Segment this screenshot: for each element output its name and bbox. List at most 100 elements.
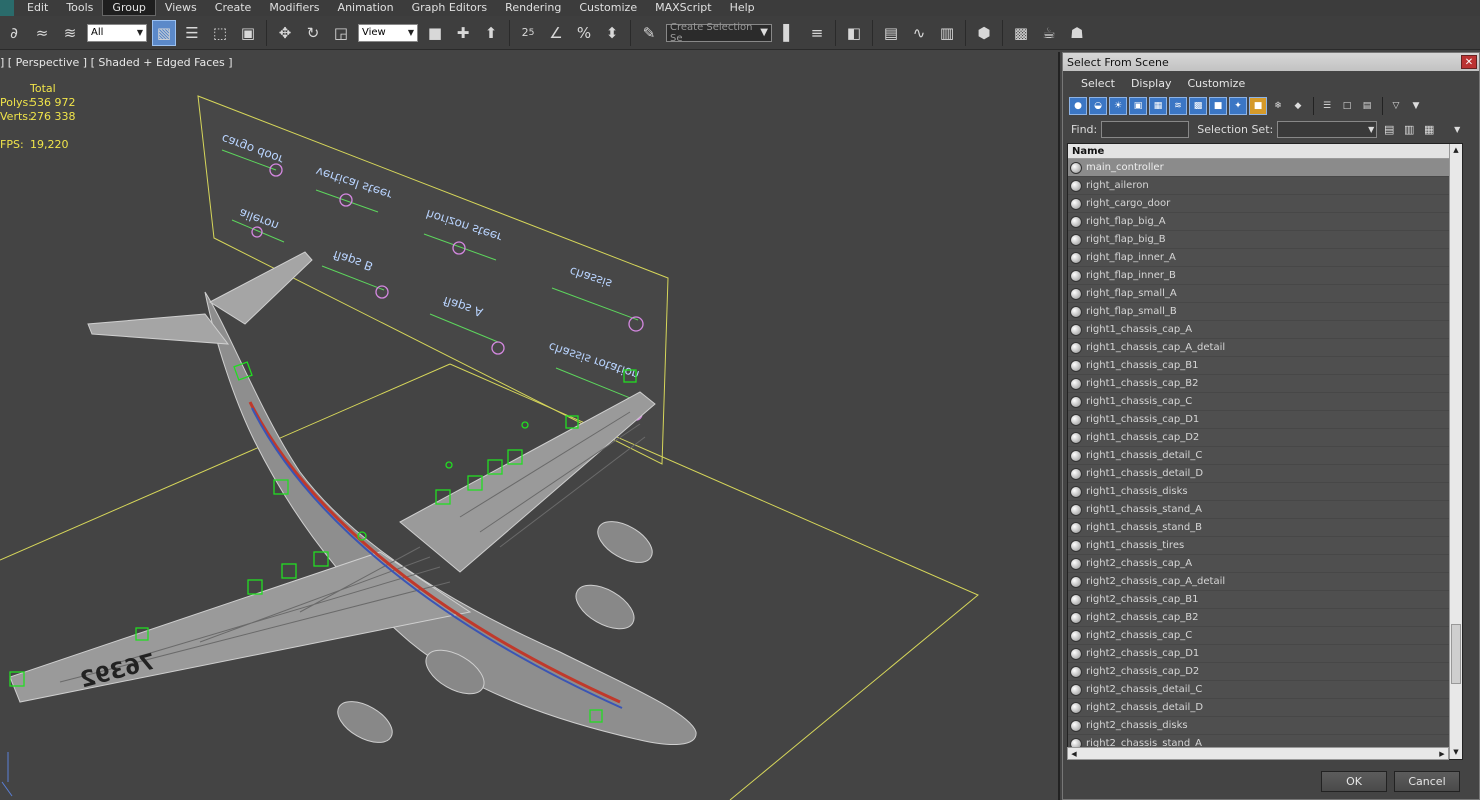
spinner-snap-icon[interactable]: ⬍	[600, 20, 624, 46]
list-item[interactable]: right2_chassis_cap_D2	[1068, 663, 1462, 681]
select-by-name-icon[interactable]: ☰	[180, 20, 204, 46]
list-item[interactable]: right2_chassis_cap_C	[1068, 627, 1462, 645]
select-none-icon[interactable]: □	[1338, 97, 1356, 115]
display-cameras-icon[interactable]: ▣	[1129, 97, 1147, 115]
list-item[interactable]: right2_chassis_cap_A_detail	[1068, 573, 1462, 591]
find-input[interactable]	[1101, 120, 1190, 138]
select-manipulate-icon[interactable]: ✚	[451, 20, 475, 46]
align-icon[interactable]: ≡	[805, 20, 829, 46]
display-lights-icon[interactable]: ☀	[1109, 97, 1127, 115]
rectangular-selection-icon[interactable]: ⬚	[208, 20, 232, 46]
link-icon[interactable]: ∂	[2, 20, 26, 46]
display-containers-icon[interactable]: ■	[1249, 97, 1267, 115]
list-item[interactable]: right2_chassis_cap_A	[1068, 555, 1462, 573]
list-item[interactable]: right1_chassis_cap_D1	[1068, 411, 1462, 429]
unlink-icon[interactable]: ≈	[30, 20, 54, 46]
render-setup-icon[interactable]: ▩	[1009, 20, 1033, 46]
list-item[interactable]: right1_chassis_tires	[1068, 537, 1462, 555]
window-crossing-icon[interactable]: ▣	[236, 20, 260, 46]
menu-help[interactable]: Help	[721, 0, 764, 16]
edit-named-selection-icon[interactable]: ✎	[637, 20, 661, 46]
render-production-icon[interactable]: ☗	[1065, 20, 1089, 46]
display-geometry-icon[interactable]: ●	[1069, 97, 1087, 115]
list-item[interactable]: right1_chassis_cap_B1	[1068, 357, 1462, 375]
rendered-frame-window-icon[interactable]: ☕	[1037, 20, 1061, 46]
list-item[interactable]: right_cargo_door	[1068, 195, 1462, 213]
graphite-modeling-icon[interactable]: ▤	[879, 20, 903, 46]
curve-editor-icon[interactable]: ∿	[907, 20, 931, 46]
dialog-menu-display[interactable]: Display	[1123, 77, 1180, 90]
remove-from-selection-set-icon[interactable]: ▦	[1421, 121, 1437, 137]
list-item[interactable]: right1_chassis_cap_C	[1068, 393, 1462, 411]
vertical-scrollbar[interactable]: ▲ ▼	[1449, 144, 1462, 759]
menu-views[interactable]: Views	[156, 0, 206, 16]
scroll-up-icon[interactable]: ▲	[1450, 144, 1462, 157]
move-icon[interactable]: ✥	[273, 20, 297, 46]
list-item[interactable]: right1_chassis_cap_A	[1068, 321, 1462, 339]
select-object-icon[interactable]: ▧	[152, 19, 176, 46]
menu-rendering[interactable]: Rendering	[496, 0, 570, 16]
close-icon[interactable]: ✕	[1461, 55, 1477, 69]
snap-toggle-icon[interactable]: 25	[516, 20, 540, 46]
cancel-button[interactable]: Cancel	[1394, 771, 1460, 792]
display-xrefs-icon[interactable]: ■	[1209, 97, 1227, 115]
column-header-name[interactable]: Name	[1068, 144, 1462, 159]
list-item[interactable]: right1_chassis_stand_A	[1068, 501, 1462, 519]
display-groups-icon[interactable]: ▩	[1189, 97, 1207, 115]
scrollbar-thumb[interactable]	[1451, 624, 1461, 684]
menu-maxscript[interactable]: MAXScript	[646, 0, 720, 16]
list-item[interactable]: right1_chassis_cap_A_detail	[1068, 339, 1462, 357]
select-all-icon[interactable]: ☰	[1318, 97, 1336, 115]
keyboard-shortcut-icon[interactable]: ⬆	[479, 20, 503, 46]
material-editor-icon[interactable]: ⬢	[972, 20, 996, 46]
list-item[interactable]: right_flap_big_B	[1068, 231, 1462, 249]
ok-button[interactable]: OK	[1321, 771, 1387, 792]
list-item[interactable]: right1_chassis_cap_D2	[1068, 429, 1462, 447]
selection-set-dropdown[interactable]: ▼	[1277, 120, 1378, 138]
create-selection-set-icon[interactable]: ▤	[1381, 121, 1397, 137]
display-helpers-icon[interactable]: ▦	[1149, 97, 1167, 115]
list-item[interactable]: right1_chassis_detail_C	[1068, 447, 1462, 465]
scene-object-list[interactable]: Name main_controller right_aileron right_c…	[1067, 143, 1463, 760]
menu-tools[interactable]: Tools	[57, 0, 102, 16]
list-item[interactable]: right2_chassis_detail_C	[1068, 681, 1462, 699]
list-item[interactable]: right2_chassis_detail_D	[1068, 699, 1462, 717]
add-to-selection-set-icon[interactable]: ▥	[1401, 121, 1417, 137]
pivot-center-icon[interactable]: ■	[423, 20, 447, 46]
menu-create[interactable]: Create	[206, 0, 261, 16]
menu-customize[interactable]: Customize	[570, 0, 646, 16]
scroll-left-icon[interactable]: ◀	[1068, 748, 1080, 760]
horizontal-scrollbar[interactable]: ◀ ▶	[1067, 747, 1449, 760]
display-hidden-icon[interactable]: ◆	[1289, 97, 1307, 115]
perspective-viewport[interactable]: cargo door vertical steer horizon steer …	[0, 52, 1060, 800]
percent-snap-icon[interactable]: %	[572, 20, 596, 46]
app-icon[interactable]	[0, 0, 14, 16]
reference-coordinate-dropdown[interactable]: View ▼	[358, 23, 418, 42]
selection-filter-dropdown[interactable]: All ▼	[87, 23, 147, 42]
scroll-down-icon[interactable]: ▼	[1450, 746, 1462, 759]
layer-manager-icon[interactable]: ◧	[842, 20, 866, 46]
menu-animation[interactable]: Animation	[329, 0, 403, 16]
scale-icon[interactable]: ◲	[329, 20, 353, 46]
scroll-right-icon[interactable]: ▶	[1436, 748, 1448, 760]
dialog-titlebar[interactable]: Select From Scene ✕	[1063, 53, 1479, 71]
list-item[interactable]: right1_chassis_disks	[1068, 483, 1462, 501]
list-item[interactable]: right1_chassis_stand_B	[1068, 519, 1462, 537]
viewport-label[interactable]: ] [ Perspective ] [ Shaded + Edged Faces…	[0, 56, 233, 69]
list-item[interactable]: right2_chassis_disks	[1068, 717, 1462, 735]
filter-icon[interactable]: ▽	[1387, 97, 1405, 115]
rotate-icon[interactable]: ↻	[301, 20, 325, 46]
list-item[interactable]: right_flap_inner_B	[1068, 267, 1462, 285]
list-item[interactable]: main_controller	[1068, 159, 1462, 177]
list-item[interactable]: right2_chassis_cap_B2	[1068, 609, 1462, 627]
list-item[interactable]: right_flap_big_A	[1068, 213, 1462, 231]
list-item[interactable]: right2_chassis_cap_B1	[1068, 591, 1462, 609]
menu-modifiers[interactable]: Modifiers	[260, 0, 328, 16]
display-shapes-icon[interactable]: ◒	[1089, 97, 1107, 115]
dialog-menu-customize[interactable]: Customize	[1179, 77, 1253, 90]
list-item[interactable]: right2_chassis_cap_D1	[1068, 645, 1462, 663]
list-item[interactable]: right_aileron	[1068, 177, 1462, 195]
select-invert-icon[interactable]: ▤	[1358, 97, 1376, 115]
mirror-icon[interactable]: ▌	[777, 20, 801, 46]
menu-graph-editors[interactable]: Graph Editors	[403, 0, 497, 16]
